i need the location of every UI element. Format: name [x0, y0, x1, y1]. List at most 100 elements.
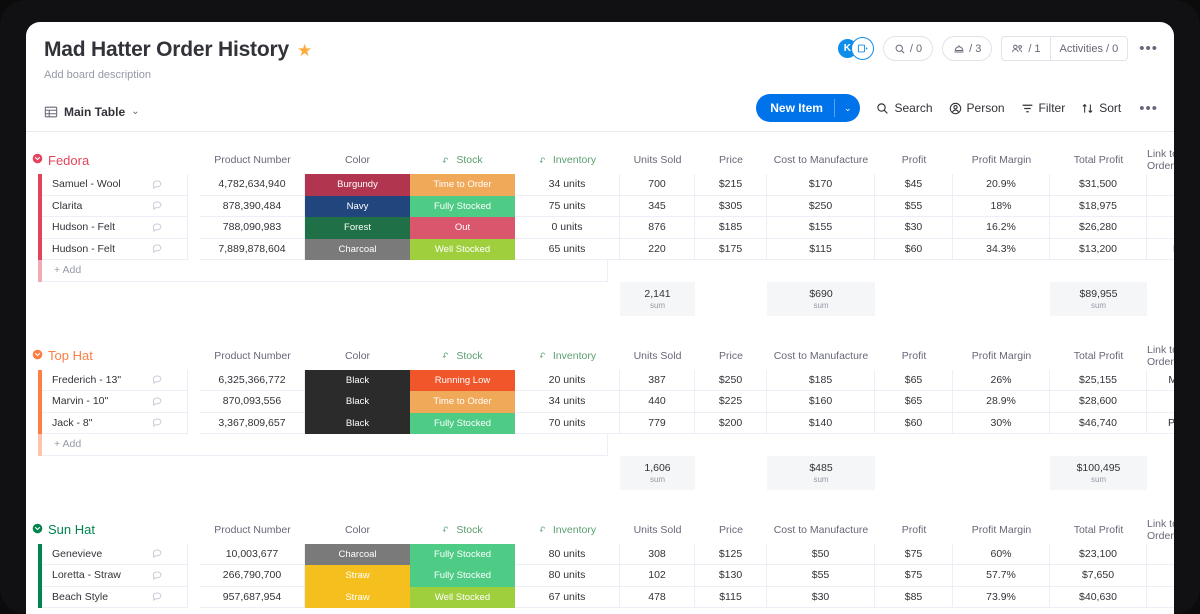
invite-person-icon[interactable] — [850, 37, 874, 60]
column-header-units[interactable]: Units Sold — [620, 342, 695, 370]
cell-name[interactable]: Marvin - 10" — [42, 391, 188, 413]
column-header-cost[interactable]: Cost to Manufacture — [767, 146, 875, 174]
collapse-group-icon[interactable] — [32, 153, 43, 167]
column-header-product[interactable]: Product Number — [200, 146, 305, 174]
table-row[interactable]: Hudson - Felt 788,090,983 Forest Out 0 units… — [26, 217, 1174, 239]
star-icon[interactable]: ★ — [297, 42, 312, 59]
cell-units[interactable]: 779 — [620, 412, 695, 434]
cell-color[interactable]: Burgundy — [305, 174, 410, 196]
toolbar-more-icon[interactable]: ••• — [1137, 100, 1160, 117]
cell-stock-status[interactable]: Fully Stocked — [410, 565, 515, 587]
comment-icon[interactable] — [152, 417, 163, 428]
cell-color[interactable]: Black — [305, 369, 410, 391]
sort-button[interactable]: Sort — [1081, 101, 1121, 115]
cell-name[interactable]: Hudson - Felt — [42, 238, 188, 260]
cell-cost[interactable]: $140 — [767, 412, 875, 434]
cell-total[interactable]: $13,200 — [1050, 238, 1147, 260]
add-row-label[interactable]: + Add — [42, 434, 608, 456]
column-header-margin[interactable]: Profit Margin — [953, 516, 1050, 544]
cell-link1[interactable]: 2 Items — [1147, 543, 1174, 565]
cell-product-number[interactable]: 10,003,677 — [200, 543, 305, 565]
cell-price[interactable]: $130 — [695, 565, 767, 587]
cell-name[interactable]: Loretta - Straw — [42, 565, 188, 587]
cell-cost[interactable]: $160 — [767, 391, 875, 413]
cell-stock-status[interactable]: Running Low — [410, 369, 515, 391]
column-header-stock[interactable]: Stock — [410, 146, 515, 174]
column-header-color[interactable]: Color — [305, 146, 410, 174]
cell-product-number[interactable]: 266,790,700 — [200, 565, 305, 587]
group-name[interactable]: Fedora — [48, 153, 89, 168]
cell-product-number[interactable]: 3,367,809,657 — [200, 412, 305, 434]
column-header-margin[interactable]: Profit Margin — [953, 146, 1050, 174]
cell-inventory[interactable]: 0 units — [515, 217, 620, 239]
cell-total[interactable]: $31,500 — [1050, 174, 1147, 196]
cell-color[interactable]: Charcoal — [305, 238, 410, 260]
table-row[interactable]: Jack - 8" 3,367,809,657 Black Fully Stocked… — [26, 412, 1174, 434]
people-count-button[interactable]: / 1 — [1002, 37, 1049, 60]
tab-main-table[interactable]: Main Table ⌄ — [44, 105, 140, 119]
cell-color[interactable]: Straw — [305, 565, 410, 587]
cell-units[interactable]: 220 — [620, 238, 695, 260]
summary-units[interactable]: 1,606 sum — [620, 455, 695, 490]
cell-name[interactable]: Hudson - Felt — [42, 217, 188, 239]
cell-inventory[interactable]: 20 units — [515, 369, 620, 391]
column-header-total[interactable]: Total Profit — [1050, 342, 1147, 370]
column-header-price[interactable]: Price — [695, 342, 767, 370]
column-header-inventory[interactable]: Inventory — [515, 342, 620, 370]
cell-price[interactable]: $215 — [695, 174, 767, 196]
table-row[interactable]: Samuel - Wool 4,782,634,940 Burgundy Time t… — [26, 174, 1174, 196]
cell-color[interactable]: Straw — [305, 586, 410, 608]
cell-margin[interactable]: 57.7% — [953, 565, 1050, 587]
cell-margin[interactable]: 30% — [953, 412, 1050, 434]
person-filter-button[interactable]: Person — [949, 101, 1005, 115]
cell-cost[interactable]: $250 — [767, 195, 875, 217]
column-header-stock[interactable]: Stock — [410, 342, 515, 370]
table-row[interactable]: Genevieve 10,003,677 Charcoal Fully Stocked… — [26, 543, 1174, 565]
cell-inventory[interactable]: 80 units — [515, 543, 620, 565]
column-header-product[interactable]: Product Number — [200, 516, 305, 544]
cell-inventory[interactable]: 70 units — [515, 412, 620, 434]
cell-margin[interactable]: 18% — [953, 195, 1050, 217]
column-header-price[interactable]: Price — [695, 146, 767, 174]
cell-inventory[interactable]: 67 units — [515, 586, 620, 608]
cell-total[interactable]: $7,650 — [1050, 565, 1147, 587]
search-button[interactable]: Search — [876, 101, 933, 115]
cell-profit[interactable]: $55 — [875, 195, 953, 217]
table-row[interactable]: Marvin - 10" 870,093,556 Black Time to Orde… — [26, 391, 1174, 413]
collapse-group-icon[interactable] — [32, 523, 43, 537]
table-row[interactable]: Beach Style 957,687,954 Straw Well Stocked 6… — [26, 586, 1174, 608]
column-header-product[interactable]: Product Number — [200, 342, 305, 370]
cell-color[interactable]: Black — [305, 412, 410, 434]
cell-cost[interactable]: $155 — [767, 217, 875, 239]
cell-cost[interactable]: $50 — [767, 543, 875, 565]
comment-icon[interactable] — [152, 200, 163, 211]
cell-price[interactable]: $115 — [695, 586, 767, 608]
cell-total[interactable]: $40,630 — [1050, 586, 1147, 608]
summary-cost[interactable]: $485 sum — [767, 455, 875, 490]
cell-units[interactable]: 478 — [620, 586, 695, 608]
cell-link1[interactable]: Derek Charles — [1147, 238, 1174, 260]
cell-margin[interactable]: 28.9% — [953, 391, 1050, 413]
cell-stock-status[interactable]: Well Stocked — [410, 586, 515, 608]
cell-cost[interactable]: $115 — [767, 238, 875, 260]
cell-units[interactable]: 876 — [620, 217, 695, 239]
column-header-units[interactable]: Units Sold — [620, 146, 695, 174]
avatar-group[interactable]: K — [835, 37, 874, 60]
chevron-down-icon[interactable]: ⌄ — [131, 106, 139, 117]
cell-cost[interactable]: $170 — [767, 174, 875, 196]
cell-cost[interactable]: $55 — [767, 565, 875, 587]
column-header-total[interactable]: Total Profit — [1050, 516, 1147, 544]
cell-name[interactable]: Frederich - 13" — [42, 369, 188, 391]
cell-name[interactable]: Samuel - Wool — [42, 174, 188, 196]
cell-profit[interactable]: $45 — [875, 174, 953, 196]
cell-product-number[interactable]: 878,390,484 — [200, 195, 305, 217]
group-name[interactable]: Sun Hat — [48, 522, 95, 537]
comment-icon[interactable] — [152, 243, 163, 254]
cell-total[interactable]: $46,740 — [1050, 412, 1147, 434]
cell-color[interactable]: Black — [305, 391, 410, 413]
automation-count-pill[interactable]: / 3 — [942, 36, 993, 61]
board-description[interactable]: Add board description — [44, 69, 1156, 81]
column-header-color[interactable]: Color — [305, 516, 410, 544]
more-options-icon[interactable]: ••• — [1137, 40, 1160, 57]
cell-color[interactable]: Navy — [305, 195, 410, 217]
